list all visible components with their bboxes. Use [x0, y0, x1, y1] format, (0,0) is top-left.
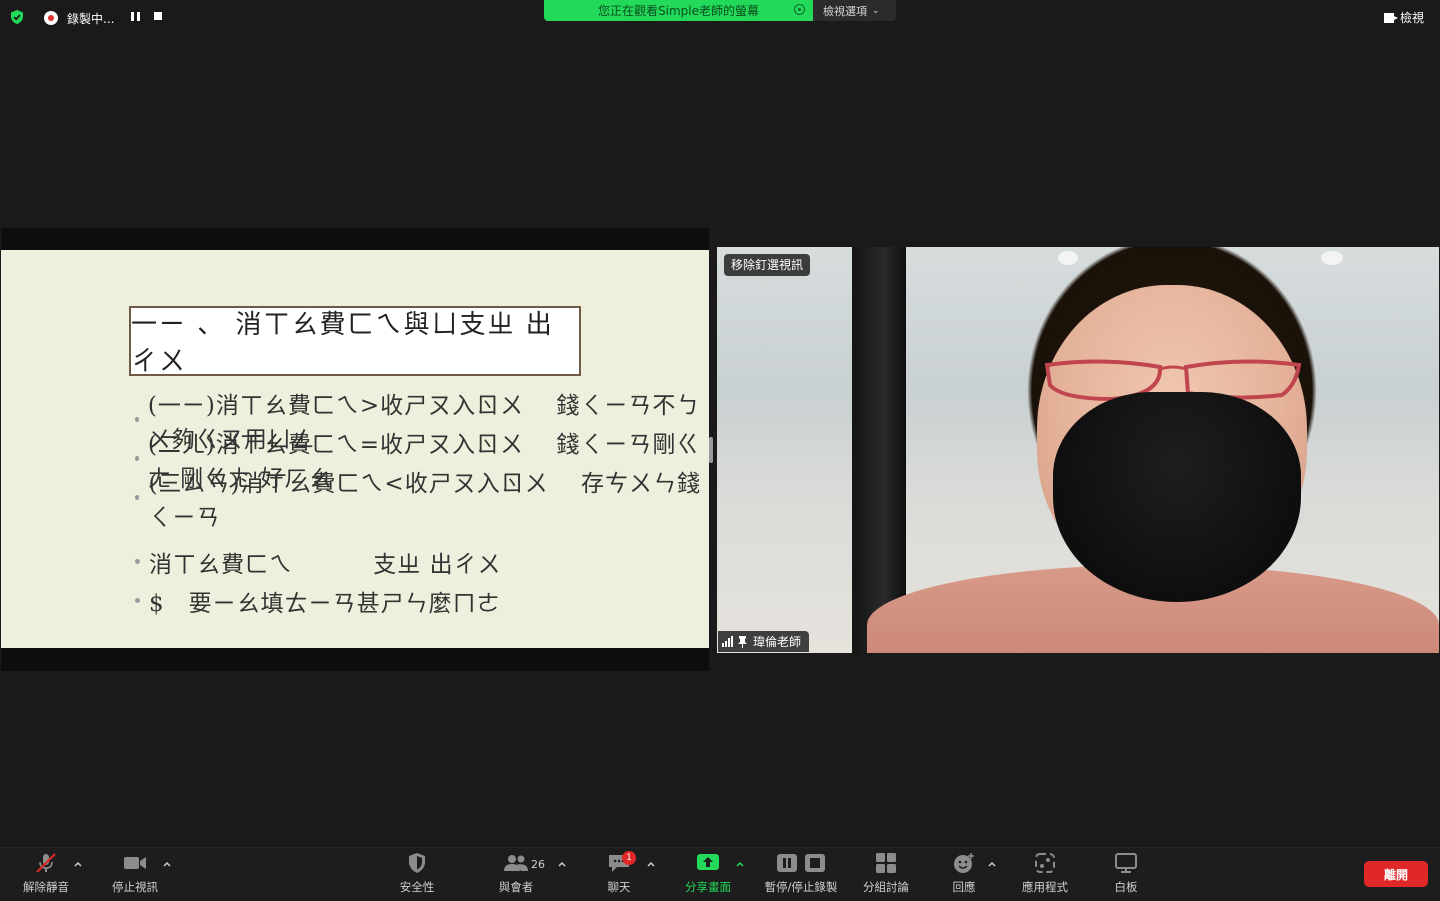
target-icon[interactable] — [794, 4, 805, 15]
stop-recording-icon[interactable] — [154, 12, 162, 20]
share-banner-text: 您正在觀看Simple老師的螢幕 — [598, 4, 759, 18]
meeting-toolbar: 解除靜音 停止視訊 安全性 與會者 26 聊天 1 分享畫面 暫停/停止錄製 分… — [0, 847, 1440, 901]
split-view-resize-handle[interactable] — [709, 437, 713, 463]
view-button[interactable]: 檢視 — [1383, 9, 1424, 26]
pause-stop-recording-label: 暫停/停止錄製 — [764, 880, 838, 894]
whiteboard-label: 白板 — [1114, 880, 1138, 894]
breakout-rooms-label: 分組討論 — [863, 880, 909, 894]
shared-screen: 一ㄧ 、 消ㄒㄠ費ㄈㄟ與ㄩ支ㄓ 出ㄔㄨ (一ㄧ)消ㄒㄠ費ㄈㄟ>收ㄕㄡ入ㄖㄨ 錢ㄑ… — [1, 228, 709, 671]
smiley-icon — [954, 853, 974, 873]
security-label: 安全性 — [399, 880, 435, 894]
signal-strength-icon — [722, 636, 733, 647]
recording-label: 錄製中... — [67, 11, 115, 26]
breakout-rooms-icon — [876, 853, 896, 873]
share-options-chevron-icon[interactable] — [735, 859, 745, 869]
reactions-button[interactable]: 回應 — [940, 848, 988, 901]
share-banner: 您正在觀看Simple老師的螢幕 檢視選項 ⌄ — [544, 0, 896, 21]
share-screen-label: 分享畫面 — [685, 880, 731, 894]
pause-stop-recording-icon — [777, 854, 825, 872]
microphone-muted-icon — [36, 853, 56, 873]
security-button[interactable]: 安全性 — [390, 848, 444, 901]
shield-icon — [409, 853, 425, 873]
bullet-text: (三ㄙㄢ)消ㄒㄠ費ㄈㄟ<收ㄕㄡ入ㄖㄨ 存ㄘㄨㄣ錢ㄑㄧㄢ — [148, 470, 702, 531]
video-camera-icon — [124, 857, 146, 869]
audio-options-chevron-icon[interactable] — [73, 859, 83, 869]
pin-icon — [738, 635, 747, 648]
view-label: 檢視 — [1399, 11, 1424, 25]
reactions-label: 回應 — [952, 880, 976, 894]
share-screen-icon — [697, 854, 719, 870]
stop-video-label: 停止視訊 — [112, 880, 158, 894]
reactions-options-chevron-icon[interactable] — [987, 859, 997, 869]
unpin-video-button[interactable]: 移除釘選視訊 — [724, 254, 811, 276]
stop-video-button[interactable]: 停止視訊 — [104, 848, 166, 901]
pause-recording-icon[interactable] — [131, 12, 140, 21]
bullet-dot-icon — [135, 559, 140, 564]
participants-count: 26 — [531, 858, 545, 871]
chat-notification-badge: 1 — [622, 851, 636, 865]
leave-button[interactable]: 離開 — [1364, 861, 1428, 887]
video-background-pole — [852, 247, 906, 653]
participant-video[interactable] — [717, 247, 1439, 653]
participants-icon — [504, 855, 528, 871]
unmute-label: 解除靜音 — [23, 880, 69, 894]
bullet-dot-icon — [135, 456, 139, 461]
chat-options-chevron-icon[interactable] — [646, 859, 656, 869]
participants-label: 與會者 — [498, 880, 534, 894]
bullet-text: $ 要ㄧㄠ填ㄊㄧㄢ甚ㄕㄣ麼ㄇㄜ — [149, 590, 501, 617]
bullet-dot-icon — [135, 495, 140, 500]
apps-button[interactable]: 應用程式 — [1014, 848, 1076, 901]
chat-label: 聊天 — [607, 880, 631, 894]
recording-indicator: 錄製中... — [44, 10, 114, 26]
bullet-dot-icon — [135, 598, 140, 603]
view-options-label: 檢視選項 — [823, 4, 867, 18]
breakout-rooms-button[interactable]: 分組討論 — [856, 848, 916, 901]
bullet-dot-icon — [135, 417, 139, 422]
participant-name-tag: 瑋倫老師 — [718, 631, 810, 652]
share-banner-message: 您正在觀看Simple老師的螢幕 — [544, 0, 813, 21]
apps-label: 應用程式 — [1022, 880, 1068, 894]
participants-button[interactable]: 與會者 — [490, 848, 542, 901]
whiteboard-button[interactable]: 白板 — [1104, 848, 1148, 901]
slide-bullet: 消ㄒㄠ費ㄈㄟ 支ㄓ 出ㄔㄨ — [135, 542, 709, 581]
video-options-chevron-icon[interactable] — [162, 859, 172, 869]
view-options-button[interactable]: 檢視選項 ⌄ — [813, 0, 896, 21]
unmute-button[interactable]: 解除靜音 — [16, 848, 76, 901]
apps-icon — [1035, 853, 1055, 873]
chevron-down-icon: ⌄ — [872, 5, 880, 16]
slide-title-box: 一ㄧ 、 消ㄒㄠ費ㄈㄟ與ㄩ支ㄓ 出ㄔㄨ — [129, 306, 581, 377]
whiteboard-icon — [1115, 853, 1137, 873]
share-screen-button[interactable]: 分享畫面 — [680, 848, 736, 901]
slide-bullet: $ 要ㄧㄠ填ㄊㄧㄢ甚ㄕㄣ麼ㄇㄜ — [135, 581, 709, 620]
view-layout-icon — [1383, 12, 1398, 23]
participants-options-chevron-icon[interactable] — [557, 859, 567, 869]
slide-content: 一ㄧ 、 消ㄒㄠ費ㄈㄟ與ㄩ支ㄓ 出ㄔㄨ (一ㄧ)消ㄒㄠ費ㄈㄟ>收ㄕㄡ入ㄖㄨ 錢ㄑ… — [1, 250, 709, 648]
slide-bullet-list: (一ㄧ)消ㄒㄠ費ㄈㄟ>收ㄕㄡ入ㄖㄨ 錢ㄑㄧㄢ不ㄅㄨ夠ㄍㄡ用ㄩㄥ (二ㄦ)消ㄒㄠ費… — [135, 393, 709, 620]
recording-dot-icon — [44, 11, 58, 25]
pause-stop-recording-button[interactable]: 暫停/停止錄製 — [758, 848, 844, 901]
shield-check-icon[interactable] — [9, 9, 25, 25]
video-person-mask — [1053, 392, 1301, 602]
participant-name: 瑋倫老師 — [753, 635, 802, 649]
slide-bullet: (三ㄙㄢ)消ㄒㄠ費ㄈㄟ<收ㄕㄡ入ㄖㄨ 存ㄘㄨㄣ錢ㄑㄧㄢ — [135, 471, 709, 531]
slide-title: 一ㄧ 、 消ㄒㄠ費ㄈㄟ與ㄩ支ㄓ 出ㄔㄨ — [131, 310, 554, 377]
top-bar: 錄製中... 您正在觀看Simple老師的螢幕 檢視選項 ⌄ 檢視 — [0, 0, 1440, 34]
bullet-text: 消ㄒㄠ費ㄈㄟ 支ㄓ 出ㄔㄨ — [149, 551, 502, 578]
